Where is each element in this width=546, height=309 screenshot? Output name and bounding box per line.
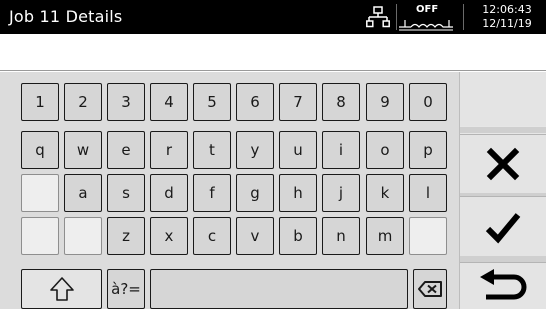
wave-icon	[399, 20, 453, 31]
key-u[interactable]: u	[279, 131, 317, 169]
backspace-icon	[418, 281, 442, 297]
network-icon	[366, 6, 390, 28]
shift-icon	[49, 277, 74, 301]
key-z[interactable]: z	[107, 217, 145, 255]
key-s[interactable]: s	[107, 174, 145, 212]
key-7[interactable]: 7	[279, 83, 317, 121]
key-o[interactable]: o	[366, 131, 404, 169]
key-b[interactable]: b	[279, 217, 317, 255]
key-d[interactable]: d	[150, 174, 188, 212]
side-divider	[460, 127, 546, 133]
confirm-button[interactable]	[460, 196, 546, 256]
page-title: Job 11 Details	[9, 7, 123, 26]
key-blank[interactable]	[21, 174, 59, 212]
key-blank[interactable]	[64, 217, 102, 255]
key-x[interactable]: x	[150, 217, 188, 255]
key-3[interactable]: 3	[107, 83, 145, 121]
key-blank[interactable]	[21, 217, 59, 255]
shift-key[interactable]	[21, 269, 102, 309]
key-m[interactable]: m	[366, 217, 404, 255]
key-l[interactable]: l	[409, 174, 447, 212]
key-g[interactable]: g	[236, 174, 274, 212]
return-button[interactable]	[460, 262, 546, 309]
key-f[interactable]: f	[193, 174, 231, 212]
key-8[interactable]: 8	[322, 83, 360, 121]
key-a[interactable]: a	[64, 174, 102, 212]
key-9[interactable]: 9	[366, 83, 404, 121]
key-2[interactable]: 2	[64, 83, 102, 121]
key-blank[interactable]	[409, 217, 447, 255]
key-6[interactable]: 6	[236, 83, 274, 121]
key-t[interactable]: t	[193, 131, 231, 169]
key-n[interactable]: n	[322, 217, 360, 255]
space-key[interactable]	[150, 269, 408, 309]
confirm-icon	[485, 212, 521, 243]
key-p[interactable]: p	[409, 131, 447, 169]
side-blank-button	[460, 72, 546, 126]
key-1[interactable]: 1	[21, 83, 59, 121]
cancel-button[interactable]	[460, 134, 546, 193]
return-icon	[480, 269, 527, 300]
key-h[interactable]: h	[279, 174, 317, 212]
text-input[interactable]	[0, 34, 546, 71]
key-r[interactable]: r	[150, 131, 188, 169]
backspace-key[interactable]	[413, 269, 447, 309]
key-v[interactable]: v	[236, 217, 274, 255]
header-divider	[463, 4, 464, 30]
key-5[interactable]: 5	[193, 83, 231, 121]
key-0[interactable]: 0	[409, 83, 447, 121]
key-e[interactable]: e	[107, 131, 145, 169]
key-y[interactable]: y	[236, 131, 274, 169]
cancel-icon	[486, 147, 520, 181]
title-bar: Job 11 Details OFF 12:06:43 12/11/19	[0, 0, 546, 34]
clock-date: 12/11/19	[482, 17, 532, 30]
key-c[interactable]: c	[193, 217, 231, 255]
symbols-key[interactable]: à?=	[107, 269, 145, 309]
key-4[interactable]: 4	[150, 83, 188, 121]
key-j[interactable]: j	[322, 174, 360, 212]
key-k[interactable]: k	[366, 174, 404, 212]
key-w[interactable]: w	[64, 131, 102, 169]
clock-time: 12:06:43	[482, 3, 532, 16]
key-i[interactable]: i	[322, 131, 360, 169]
key-q[interactable]: q	[21, 131, 59, 169]
status-label: OFF	[416, 4, 439, 15]
